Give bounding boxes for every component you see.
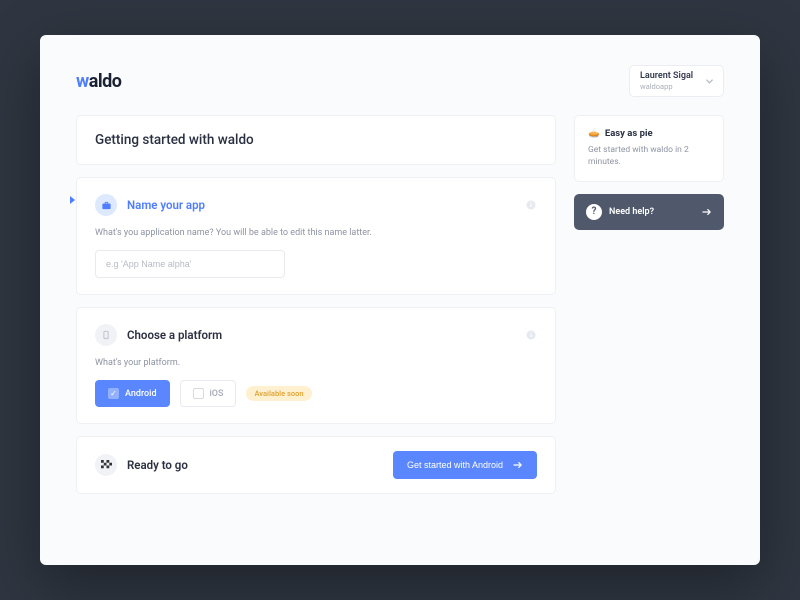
step3-header: Ready to go xyxy=(95,454,188,476)
active-step-marker-icon xyxy=(70,196,75,204)
step1-header: Name your app xyxy=(95,194,537,216)
user-name: Laurent Sigal xyxy=(640,71,695,81)
chevron-down-icon xyxy=(705,77,714,86)
step2-header: Choose a platform xyxy=(95,324,537,346)
available-soon-badge: Available soon xyxy=(246,386,311,401)
get-started-button[interactable]: Get started with Android xyxy=(393,451,537,479)
platform-android-label: Android xyxy=(125,389,157,399)
user-org: waldoapp xyxy=(640,82,695,91)
cta-label: Get started with Android xyxy=(407,460,503,470)
side-column: 🥧 Easy as pie Get started with waldo in … xyxy=(574,115,724,494)
page-title: Getting started with waldo xyxy=(95,132,537,148)
main-column: Getting started with waldo Name your app… xyxy=(76,115,556,494)
arrow-right-icon xyxy=(513,461,523,469)
phone-icon xyxy=(95,324,117,346)
step1-title: Name your app xyxy=(127,198,205,212)
content: Getting started with waldo Name your app… xyxy=(76,115,724,494)
logo: waldo xyxy=(76,71,121,92)
platform-ios-button[interactable]: iOS xyxy=(180,380,237,407)
step3-title: Ready to go xyxy=(127,458,188,472)
app-name-input[interactable] xyxy=(95,250,285,278)
step-choose-platform: Choose a platform What's your platform. … xyxy=(76,307,556,424)
step2-desc: What's your platform. xyxy=(95,358,537,368)
logo-mark: w xyxy=(76,71,89,92)
pie-icon: 🥧 xyxy=(588,128,600,139)
easy-title-row: 🥧 Easy as pie xyxy=(588,128,710,139)
platform-ios-label: iOS xyxy=(210,389,224,399)
arrow-right-icon xyxy=(702,208,712,216)
step-name-app: Name your app What's you application nam… xyxy=(76,177,556,295)
help-icon: ? xyxy=(586,204,602,220)
step-ready: Ready to go Get started with Android xyxy=(76,436,556,494)
checkbox-empty-icon xyxy=(193,388,204,399)
easy-as-pie-card: 🥧 Easy as pie Get started with waldo in … xyxy=(574,115,724,182)
need-help-button[interactable]: ? Need help? xyxy=(574,194,724,230)
info-icon[interactable] xyxy=(525,329,537,341)
platform-options: ✓ Android iOS Available soon xyxy=(95,380,537,407)
logo-text: aldo xyxy=(89,71,122,92)
page-title-card: Getting started with waldo xyxy=(76,115,556,165)
easy-desc: Get started with waldo in 2 minutes. xyxy=(588,145,710,169)
platform-android-button[interactable]: ✓ Android xyxy=(95,380,170,407)
checkered-flag-icon xyxy=(95,454,117,476)
help-label: Need help? xyxy=(609,207,654,217)
user-menu[interactable]: Laurent Sigal waldoapp xyxy=(629,65,724,97)
app-window: waldo Laurent Sigal waldoapp Getting sta… xyxy=(40,35,760,565)
info-icon[interactable] xyxy=(525,199,537,211)
step2-title: Choose a platform xyxy=(127,328,222,342)
checkmark-icon: ✓ xyxy=(108,388,119,399)
header: waldo Laurent Sigal waldoapp xyxy=(76,65,724,97)
step1-desc: What's you application name? You will be… xyxy=(95,228,537,238)
briefcase-icon xyxy=(95,194,117,216)
easy-title: Easy as pie xyxy=(605,128,653,139)
